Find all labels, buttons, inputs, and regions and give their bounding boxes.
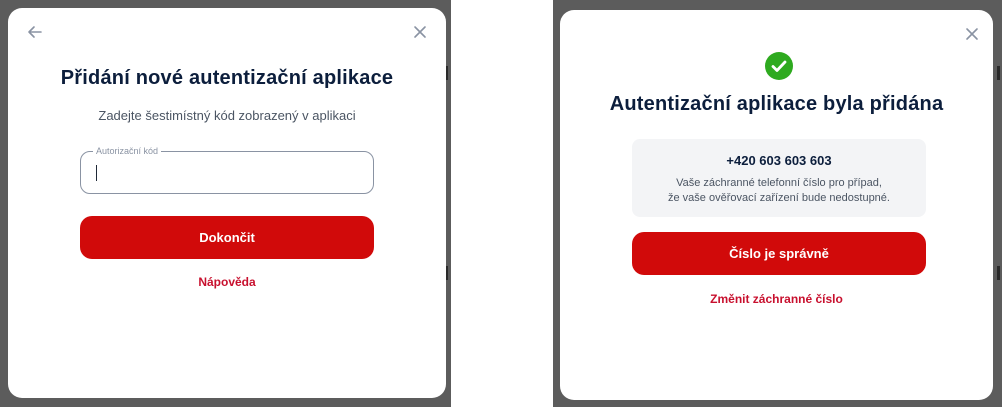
arrow-left-icon xyxy=(28,26,42,38)
close-button[interactable] xyxy=(410,22,430,42)
add-authenticator-dialog: Přidání nové autentizační aplikace Zadej… xyxy=(8,8,446,398)
info-line: Vaše záchranné telefonní číslo pro přípa… xyxy=(676,177,882,189)
dialog-subtitle: Zadejte šestimístný kód zobrazený v apli… xyxy=(98,108,356,123)
authorization-code-input[interactable] xyxy=(95,162,365,184)
number-correct-button[interactable]: Číslo je správně xyxy=(632,232,926,275)
check-circle-icon xyxy=(765,52,793,80)
authorization-code-label: Autorizační kód xyxy=(93,145,162,157)
back-button[interactable] xyxy=(25,22,45,42)
page-edge-mark xyxy=(997,66,1000,80)
change-rescue-number-link[interactable]: Změnit záchranné číslo xyxy=(560,292,993,306)
authenticator-added-dialog: Autentizační aplikace byla přidána +420 … xyxy=(560,10,993,400)
rescue-number-info: +420 603 603 603 Vaše záchranné telefonn… xyxy=(632,139,926,217)
close-icon xyxy=(414,26,426,38)
finish-button[interactable]: Dokončit xyxy=(80,216,374,259)
dialog-title: Autentizační aplikace byla přidána xyxy=(609,93,944,115)
dialog-title: Přidání nové autentizační aplikace xyxy=(60,67,394,89)
close-button[interactable] xyxy=(962,24,982,44)
rescue-number-description: Vaše záchranné telefonní číslo pro přípa… xyxy=(632,176,926,206)
rescue-phone-number: +420 603 603 603 xyxy=(726,153,832,168)
authorization-code-field[interactable]: Autorizační kód xyxy=(80,145,374,194)
text-caret xyxy=(96,165,97,181)
help-link[interactable]: Nápověda xyxy=(8,275,446,289)
page-edge-mark xyxy=(997,266,1000,280)
close-icon xyxy=(966,28,978,40)
info-line: že vaše ověřovací zařízení bude nedostup… xyxy=(668,192,890,204)
